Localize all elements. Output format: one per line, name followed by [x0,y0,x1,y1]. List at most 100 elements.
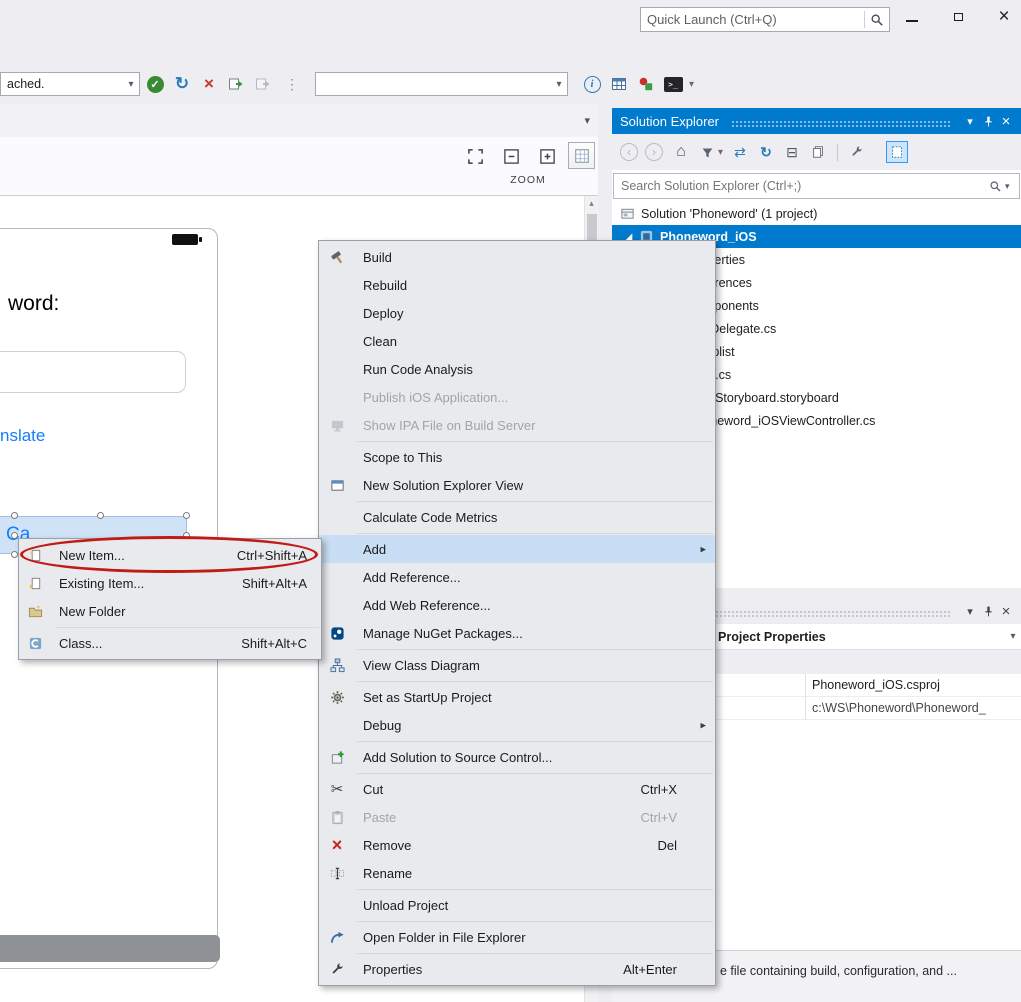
drag-texture [731,120,951,129]
toolbar-grip[interactable]: ⋮ [285,76,297,93]
close-icon[interactable]: × [997,112,1015,130]
properties-icon[interactable] [846,141,868,163]
debug-target-combo[interactable]: ached. ▾ [0,72,140,96]
check-icon: ✓ [147,76,164,93]
info-icon[interactable]: i [580,72,604,96]
menu-item-new-item[interactable]: New Item... Ctrl+Shift+A [19,541,321,569]
grid-icon[interactable] [607,72,631,96]
translate-button-label[interactable]: nslate [0,426,45,446]
console-glyph: >_ [664,77,683,92]
menu-item-manage-nuget[interactable]: Manage NuGet Packages... [319,619,715,647]
solution-explorer-titlebar[interactable]: Solution Explorer ▾ × [612,108,1021,134]
remove-x-icon: × [319,837,355,853]
menu-item-add-web-reference[interactable]: Add Web Reference... [319,591,715,619]
nav-forward-icon[interactable]: › [645,143,663,161]
console-icon[interactable]: >_ [661,72,685,96]
tab-overflow-icon[interactable]: ▾ [584,114,590,127]
chevron-down-icon[interactable]: ▾ [551,79,567,90]
diagnostics-icon[interactable] [634,72,658,96]
window-position-icon[interactable]: ▾ [961,602,979,620]
menu-item-new-solution-explorer-view[interactable]: New Solution Explorer View [319,471,715,499]
solution-search-input[interactable] [614,179,985,193]
nav-back-icon[interactable]: ‹ [620,143,638,161]
menu-item-properties[interactable]: Properties Alt+Enter [319,955,715,983]
selection-handle[interactable] [11,551,18,558]
menu-item-run-code-analysis[interactable]: Run Code Analysis [319,355,715,383]
close-icon[interactable]: × [997,602,1015,620]
menu-item-label: Build [363,250,392,265]
quick-launch[interactable] [640,7,890,32]
menu-item-add-reference[interactable]: Add Reference... [319,563,715,591]
phone-number-field[interactable] [0,351,186,393]
quick-launch-input[interactable] [641,12,864,27]
restore-button[interactable] [947,6,969,28]
tree-item-solution[interactable]: Solution 'Phoneword' (1 project) [612,202,1021,225]
pin-icon[interactable] [979,602,997,620]
pages-icon[interactable] [807,141,829,163]
property-value[interactable]: c:\WS\Phoneword\Phoneword_ [806,701,1021,715]
menu-item-set-as-startup[interactable]: Set as StartUp Project [319,683,715,711]
menu-item-clean[interactable]: Clean [319,327,715,355]
zoom-fit-icon[interactable] [463,144,487,168]
menu-item-rebuild[interactable]: Rebuild [319,271,715,299]
zoom-out-icon[interactable] [499,144,523,168]
menu-item-label: New Folder [59,604,125,619]
chevron-down-icon[interactable]: ▾ [1005,181,1019,192]
menu-item-class[interactable]: Class... Shift+Alt+C [19,629,321,657]
menu-item-build[interactable]: Build [319,243,715,271]
menu-item-debug[interactable]: Debug ▸ [319,711,715,739]
menu-item-rename[interactable]: Rename [319,859,715,887]
menu-item-shortcut: Shift+Alt+C [241,636,311,651]
disconnect-icon[interactable]: × [197,72,221,96]
selection-handle[interactable] [11,512,18,519]
menu-item-open-folder[interactable]: Open Folder in File Explorer [319,923,715,951]
close-button[interactable]: × [993,6,1015,28]
chevron-down-icon[interactable]: ▾ [689,79,694,90]
menu-item-label: Show IPA File on Build Server [363,418,535,433]
selection-handle[interactable] [97,512,104,519]
selection-handle[interactable] [11,532,18,539]
menu-item-label: Rebuild [363,278,407,293]
filter-dropdown-icon[interactable]: ▾ [718,147,723,158]
search-icon[interactable] [865,13,889,27]
home-icon[interactable]: ⌂ [670,141,692,163]
selection-handle[interactable] [183,512,190,519]
scroll-up-icon[interactable]: ▴ [585,196,598,211]
menu-item-calculate-code-metrics[interactable]: Calculate Code Metrics [319,503,715,531]
menu-item-unload-project[interactable]: Unload Project [319,891,715,919]
show-all-files-icon[interactable] [886,141,908,163]
refresh-icon[interactable]: ↻ [755,141,777,163]
zoom-in-icon[interactable] [535,144,559,168]
menu-item-scope-to-this[interactable]: Scope to This [319,443,715,471]
chevron-down-icon[interactable]: ▾ [123,79,139,90]
collapse-all-icon[interactable]: ⊟ [781,141,803,163]
menu-item-shortcut: Shift+Alt+A [242,576,311,591]
menu-item-remove[interactable]: × Remove Del [319,831,715,859]
solution-search-box[interactable]: ▾ [613,173,1020,199]
menu-item-deploy[interactable]: Deploy [319,299,715,327]
export-icon[interactable] [224,72,248,96]
property-value[interactable]: Phoneword_iOS.csproj [806,678,1021,692]
menu-item-cut[interactable]: ✂ Cut Ctrl+X [319,775,715,803]
toolbar-combobox[interactable]: ▾ [315,72,568,96]
rename-icon [319,866,355,881]
export-disabled-icon[interactable] [251,72,275,96]
refresh-icon[interactable]: ↻ [170,72,194,96]
connected-status-icon[interactable]: ✓ [143,72,167,96]
minimize-button[interactable] [901,6,923,28]
window-position-icon[interactable]: ▾ [961,112,979,130]
filter-icon[interactable] [696,141,718,163]
menu-item-new-folder[interactable]: New Folder [19,597,321,625]
menu-separator [356,889,713,890]
menu-item-add-to-source-control[interactable]: Add Solution to Source Control... [319,743,715,771]
search-icon[interactable] [985,180,1005,193]
constraints-grid-button[interactable] [568,142,595,169]
sync-icon[interactable]: ⇄ [729,141,751,163]
menu-item-view-class-diagram[interactable]: View Class Diagram [319,651,715,679]
existing-item-icon [19,576,51,591]
menu-item-add[interactable]: Add ▸ [319,535,715,563]
chevron-down-icon[interactable]: ▾ [1005,631,1021,642]
menu-item-existing-item[interactable]: Existing Item... Shift+Alt+A [19,569,321,597]
menu-separator [356,953,713,954]
pin-icon[interactable] [979,112,997,130]
